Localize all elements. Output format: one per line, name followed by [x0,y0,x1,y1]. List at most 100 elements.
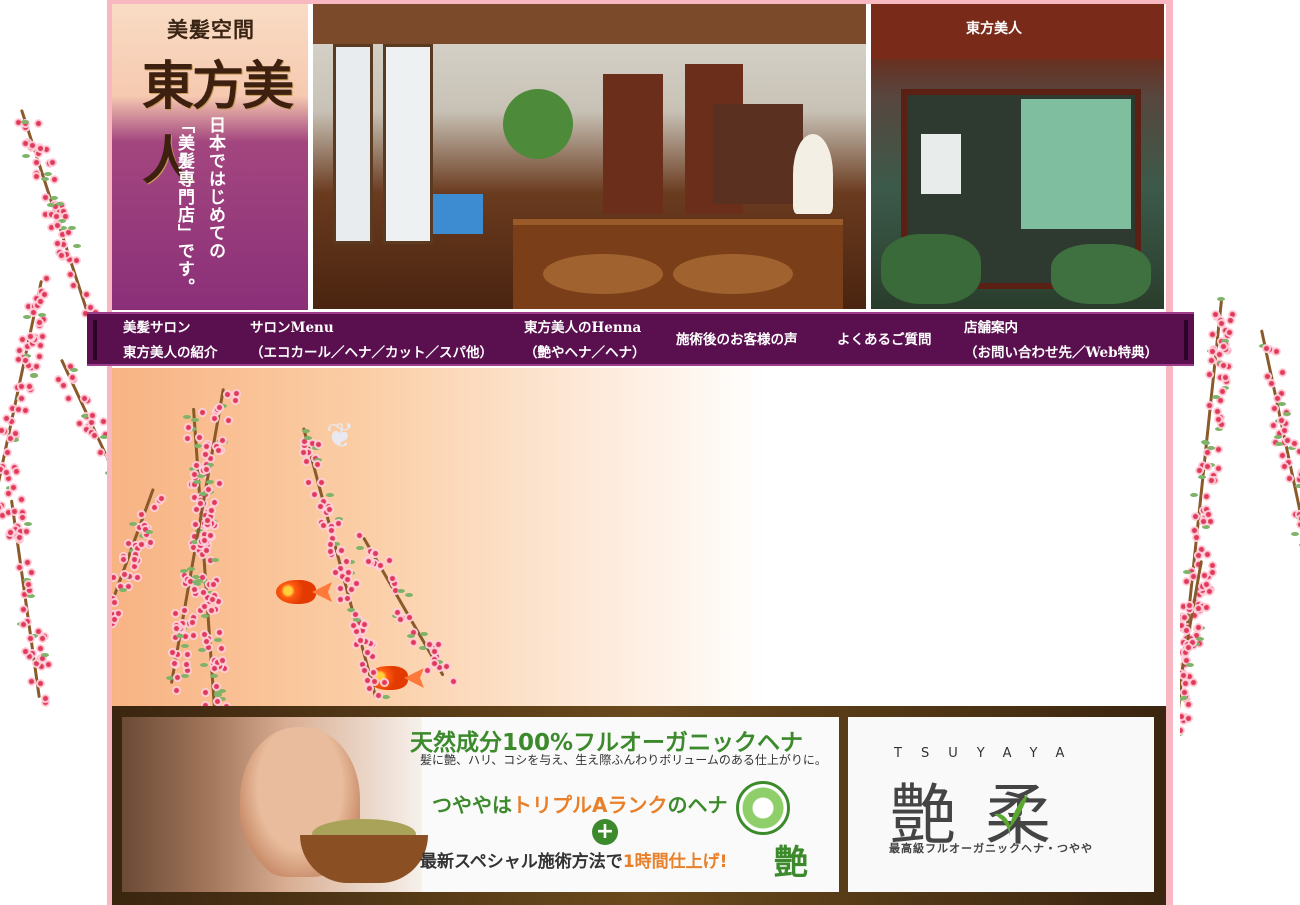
blossom-icon [1215,350,1225,360]
blossom-icon [85,303,95,313]
leaf-icon [1217,296,1226,301]
branch [112,488,155,696]
blossom-icon [1193,550,1203,560]
blossom-icon [14,532,24,542]
nav-item-salon-menu-line1: サロンMenu [250,320,334,336]
blossom-icon [405,612,415,622]
storefront-photo: 東方美人 [871,4,1164,309]
blossom-icon [1210,310,1220,320]
nav-item-salon-menu[interactable]: サロンMenu （エコカール／ヘナ／カット／スパ他） [250,316,493,366]
nav-item-customer-voices[interactable]: 施術後のお客様の声 [676,328,798,353]
blossom-icon [326,525,336,535]
blossom-icon [1185,600,1195,610]
blossom-icon [215,479,225,489]
site-logo-panel[interactable]: 美髪空間 東方美人 日本ではじめての 「美髪専門店」です。 [112,4,308,310]
leaf-icon [303,435,312,440]
blossom-icon [1276,415,1286,425]
blossom-icon [387,573,397,583]
tagline: 日本ではじめての 「美髪専門店」です。 [172,116,228,306]
blossom-icon [48,157,58,167]
nav-item-salon-intro[interactable]: 美髪サロン 東方美人の紹介 [123,316,218,366]
leaf-icon [38,312,47,317]
leaf-icon [994,794,1028,836]
leaf-icon [325,493,334,498]
leaf-icon [405,592,414,597]
nav-edge-left [93,320,97,360]
blossom-icon [197,407,207,417]
blossom-icon [79,393,89,403]
leaf-icon [1206,446,1215,451]
main-nav: 美髪サロン 東方美人の紹介 サロンMenu （エコカール／ヘナ／カット／スパ他）… [87,312,1194,366]
blossom-icon [373,690,383,700]
blossom-icon [335,584,345,594]
leaf-icon [211,558,220,563]
ad-method: 最新スペシャル施術方法で1時間仕上げ! [420,847,727,872]
blossom-icon [1202,549,1212,559]
blossom-icon [20,406,30,416]
blossom-icon [302,456,312,466]
blossom-icon [214,628,224,638]
blossom-icon [3,488,13,498]
blossom-icon [1218,387,1228,397]
blossom-icon [1180,726,1186,736]
blossom-icon [212,697,222,706]
blossom-icon [314,440,324,450]
leaf-icon [193,444,202,449]
blossom-icon [208,580,218,590]
blossom-icon [17,394,27,404]
blossom-icon [215,403,225,413]
blossom-icon [172,623,182,633]
nav-item-faq[interactable]: よくあるご質問 [837,328,932,353]
blossom-icon [1207,567,1217,577]
blossom-icon [317,477,327,487]
blossom-icon [342,593,352,603]
brand-name-en: TSUYAYA [894,746,1084,761]
blossom-icon [304,477,314,487]
blossom-icon [32,172,42,182]
blossom-icon [82,290,92,300]
blossom-icon [375,560,385,570]
leaf-icon [191,417,200,422]
blossom-icon [42,274,52,284]
blossom-icon [206,506,216,515]
plus-icon: + [592,819,618,845]
leaf-icon [1290,531,1299,536]
blossom-icon [217,435,227,445]
leaf-icon [200,663,209,668]
blossom-icon [136,510,146,520]
blossom-icon [16,495,26,505]
blossom-icon [33,119,43,129]
blossom-icon [212,681,222,691]
blossom-icon [188,631,198,641]
nav-item-salon-menu-line2: （エコカール／ヘナ／カット／スパ他） [250,345,493,361]
henna-ad-banner[interactable]: 天然成分100%フルオーガニックヘナ 髪に艶、ハリ、コシを与え、生え際ふんわりボ… [122,717,839,892]
leaf-icon [1277,402,1286,407]
nav-item-store-info[interactable]: 店舗案内 （お問い合わせ先／Web特典） [964,316,1158,366]
blossom-icon [35,644,45,654]
blossom-icon [299,447,309,457]
leaf-icon [69,368,78,373]
nav-item-henna[interactable]: 東方美人のHenna （艶やヘナ／ヘナ） [524,316,646,366]
blossom-icon [1194,623,1204,633]
blossom-icon [1192,532,1202,542]
blossom-icon [25,381,35,391]
blossom-icon [1269,403,1279,413]
blossom-icon [230,395,240,405]
blossom-icon [52,211,62,221]
blossom-icon [171,609,180,619]
leaf-icon [50,195,59,200]
blossom-icon [18,619,28,629]
blossom-icon [200,688,210,698]
leaf-icon [180,644,189,649]
blossom-icon [1277,450,1287,460]
blossom-icon [363,676,373,686]
leaf-icon [40,176,49,181]
blossom-icon [1184,643,1193,653]
blossom-icon [396,614,406,624]
leaf-icon [197,647,206,652]
leaf-icon [22,153,31,158]
blossom-icon [89,430,99,440]
blossom-icon [112,598,119,608]
blossom-icon [209,663,219,673]
leaf-icon [381,695,390,700]
